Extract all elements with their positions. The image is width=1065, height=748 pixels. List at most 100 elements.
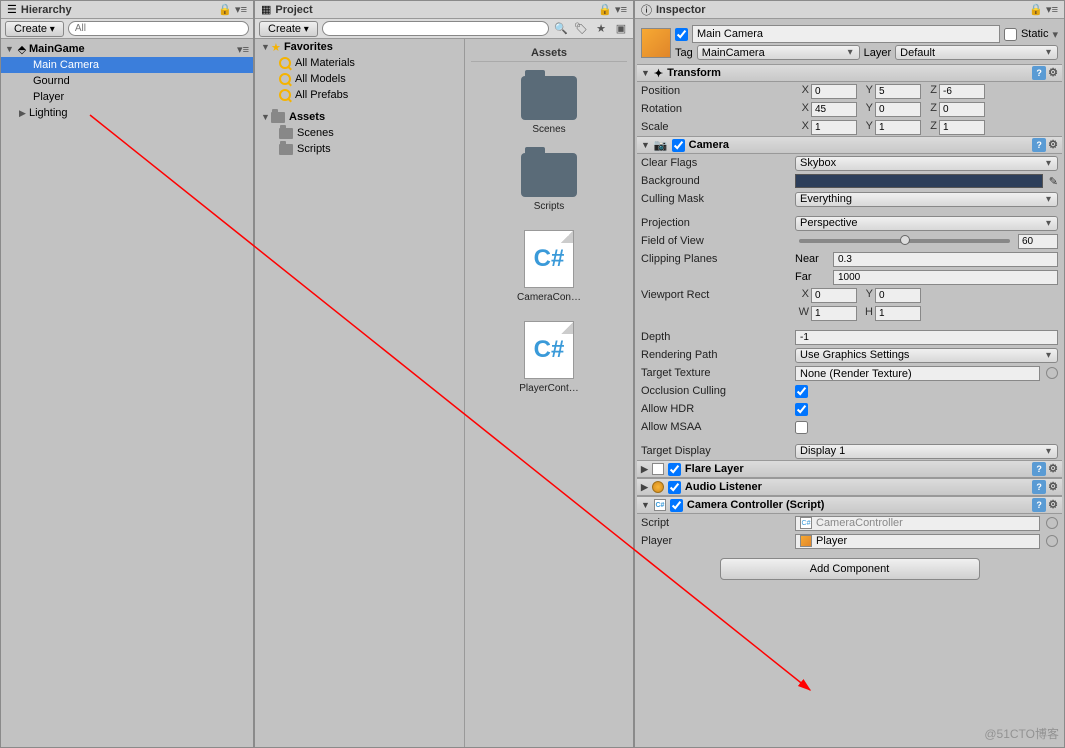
hierarchy-item-lighting[interactable]: ▶Lighting — [1, 105, 253, 121]
project-search[interactable] — [322, 21, 549, 36]
background-color-field[interactable] — [795, 174, 1043, 188]
star-icon[interactable]: ★ — [593, 21, 609, 37]
asset-scenes-folder[interactable]: Scenes — [509, 76, 589, 135]
hierarchy-search[interactable] — [68, 21, 249, 36]
asset-scripts-folder[interactable]: Scripts — [509, 153, 589, 212]
collapse-arrow-icon[interactable]: ▼ — [641, 68, 650, 78]
folder-scripts[interactable]: Scripts — [255, 141, 464, 157]
occlusion-checkbox[interactable] — [795, 385, 808, 398]
object-picker-icon[interactable] — [1046, 367, 1058, 379]
collapse-arrow-icon[interactable]: ▶ — [641, 482, 648, 493]
panel-lock-icon[interactable]: 🔒 ▾≡ — [1029, 3, 1058, 16]
projection-dropdown[interactable]: Perspective — [795, 216, 1058, 231]
collapse-arrow-icon[interactable]: ▼ — [641, 500, 650, 510]
fav-all-models[interactable]: All Models — [255, 71, 464, 87]
help-icon[interactable]: ? — [1032, 138, 1046, 152]
flare-layer-header[interactable]: ▶Flare Layer?⚙ — [637, 460, 1062, 478]
help-icon[interactable]: ? — [1032, 498, 1046, 512]
rotation-x-field[interactable] — [811, 102, 857, 117]
fov-slider[interactable] — [799, 239, 1010, 243]
clear-flags-dropdown[interactable]: Skybox — [795, 156, 1058, 171]
add-component-button[interactable]: Add Component — [720, 558, 980, 580]
hierarchy-item-ground[interactable]: Gournd — [1, 73, 253, 89]
gear-icon[interactable]: ⚙ — [1048, 462, 1058, 476]
panel-lock-icon[interactable]: 🔒 ▾≡ — [598, 3, 627, 16]
expand-arrow-icon[interactable]: ▼ — [5, 44, 15, 54]
position-z-field[interactable] — [939, 84, 985, 99]
tag-dropdown[interactable]: MainCamera — [697, 45, 860, 60]
asset-playercontroller-script[interactable]: C#PlayerCont… — [509, 321, 589, 394]
static-checkbox[interactable] — [1004, 28, 1017, 41]
gear-icon[interactable]: ⚙ — [1048, 138, 1058, 152]
active-checkbox[interactable] — [675, 28, 688, 41]
save-icon[interactable]: ▣ — [613, 21, 629, 37]
player-field[interactable]: Player — [795, 534, 1040, 549]
gear-icon[interactable]: ⚙ — [1048, 480, 1058, 494]
viewport-h-field[interactable] — [875, 306, 921, 321]
gear-icon[interactable]: ⚙ — [1048, 66, 1058, 80]
camera-controller-header[interactable]: ▼C#Camera Controller (Script)?⚙ — [637, 496, 1062, 514]
static-dropdown-icon[interactable]: ▾ — [1052, 28, 1058, 41]
target-texture-field[interactable]: None (Render Texture) — [795, 366, 1040, 381]
scale-y-field[interactable] — [875, 120, 921, 135]
flare-enable-checkbox[interactable] — [668, 463, 681, 476]
msaa-checkbox[interactable] — [795, 421, 808, 434]
script-field[interactable]: C#CameraController — [795, 516, 1040, 531]
help-icon[interactable]: ? — [1032, 462, 1046, 476]
position-x-field[interactable] — [811, 84, 857, 99]
favorites-header[interactable]: ▼★ Favorites — [255, 39, 464, 55]
inspector-tab[interactable]: ⓘ Inspector 🔒 ▾≡ — [635, 1, 1064, 19]
culling-mask-dropdown[interactable]: Everything — [795, 192, 1058, 207]
fov-field[interactable] — [1018, 234, 1058, 249]
layer-dropdown[interactable]: Default — [895, 45, 1058, 60]
viewport-x-field[interactable] — [811, 288, 857, 303]
scale-z-field[interactable] — [939, 120, 985, 135]
collapse-arrow-icon[interactable]: ▼ — [641, 140, 650, 150]
assets-header[interactable]: ▼Assets — [255, 109, 464, 125]
help-icon[interactable]: ? — [1032, 480, 1046, 494]
audio-listener-header[interactable]: ▶Audio Listener?⚙ — [637, 478, 1062, 496]
position-y-field[interactable] — [875, 84, 921, 99]
create-button[interactable]: Create ▾ — [5, 21, 64, 37]
scene-menu-icon[interactable]: ▾≡ — [237, 43, 253, 56]
gear-icon[interactable]: ⚙ — [1048, 498, 1058, 512]
help-icon[interactable]: ? — [1032, 66, 1046, 80]
rotation-z-field[interactable] — [939, 102, 985, 117]
hierarchy-tab[interactable]: ☰ Hierarchy 🔒 ▾≡ — [1, 1, 253, 19]
transform-component-header[interactable]: ▼ ✦ Transform ?⚙ — [637, 64, 1062, 82]
camera-enable-checkbox[interactable] — [672, 139, 685, 152]
depth-field[interactable] — [795, 330, 1058, 345]
gameobject-icon[interactable] — [641, 28, 671, 58]
object-picker-icon[interactable] — [1046, 535, 1058, 547]
fav-all-prefabs[interactable]: All Prefabs — [255, 87, 464, 103]
fav-all-materials[interactable]: All Materials — [255, 55, 464, 71]
eyedropper-icon[interactable]: ✎ — [1049, 175, 1058, 188]
object-name-field[interactable] — [692, 25, 1000, 43]
far-field[interactable] — [833, 270, 1058, 285]
filter-icon[interactable]: 🔍 — [553, 21, 569, 37]
hdr-checkbox[interactable] — [795, 403, 808, 416]
script-enable-checkbox[interactable] — [670, 499, 683, 512]
object-picker-icon[interactable] — [1046, 517, 1058, 529]
label-icon[interactable]: 🏷 — [573, 21, 589, 37]
scale-x-field[interactable] — [811, 120, 857, 135]
expand-arrow-icon[interactable]: ▶ — [19, 108, 29, 119]
hierarchy-item-player[interactable]: Player — [1, 89, 253, 105]
folder-scenes[interactable]: Scenes — [255, 125, 464, 141]
viewport-w-field[interactable] — [811, 306, 857, 321]
create-button[interactable]: Create ▾ — [259, 21, 318, 37]
camera-component-header[interactable]: ▼ 📷 Camera ?⚙ — [637, 136, 1062, 154]
scene-row[interactable]: ▼ ⬘ MainGame ▾≡ — [1, 41, 253, 57]
target-display-dropdown[interactable]: Display 1 — [795, 444, 1058, 459]
near-field[interactable] — [833, 252, 1058, 267]
rendering-path-dropdown[interactable]: Use Graphics Settings — [795, 348, 1058, 363]
hierarchy-item-main-camera[interactable]: Main Camera — [1, 57, 253, 73]
viewport-y-field[interactable] — [875, 288, 921, 303]
asset-cameracontroller-script[interactable]: C#CameraCon… — [509, 230, 589, 303]
collapse-arrow-icon[interactable]: ▶ — [641, 464, 648, 475]
rotation-y-field[interactable] — [875, 102, 921, 117]
audio-enable-checkbox[interactable] — [668, 481, 681, 494]
project-tab[interactable]: ▦ Project 🔒 ▾≡ — [255, 1, 633, 19]
panel-lock-icon[interactable]: 🔒 ▾≡ — [218, 3, 247, 16]
assets-breadcrumb[interactable]: Assets — [471, 45, 627, 62]
